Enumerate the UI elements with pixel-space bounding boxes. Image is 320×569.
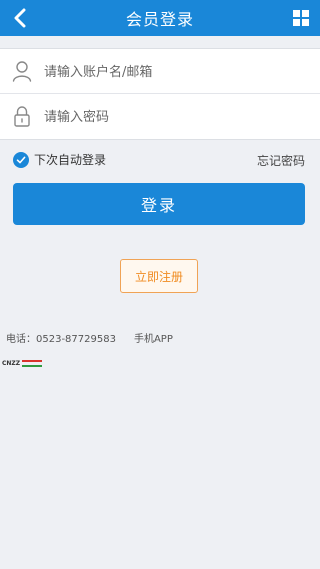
chevron-left-icon: [14, 8, 26, 28]
login-form: [0, 48, 320, 140]
footer: 电话：0523-87729583 手机APP: [6, 330, 173, 345]
password-input[interactable]: [42, 94, 306, 140]
menu-button[interactable]: [292, 9, 310, 27]
username-input[interactable]: [42, 49, 306, 95]
cnzz-logo-text: CNZZ: [2, 359, 21, 367]
lock-icon: [14, 106, 30, 127]
remember-me-label: 下次自动登录: [34, 153, 107, 167]
mobile-app-link[interactable]: 手机APP: [134, 330, 173, 345]
username-row: [0, 49, 320, 95]
login-button[interactable]: 登录: [13, 183, 305, 225]
user-icon: [12, 61, 32, 82]
grid-icon: [293, 10, 309, 26]
checkbox-checked-icon[interactable]: [13, 151, 29, 168]
back-button[interactable]: [8, 6, 32, 30]
cnzz-bars-icon: [22, 359, 43, 367]
forgot-password-link[interactable]: 忘记密码: [257, 152, 305, 169]
page-title: 会员登录: [125, 10, 194, 29]
remember-me-toggle[interactable]: 下次自动登录: [13, 151, 106, 168]
register-button[interactable]: 立即注册: [120, 259, 198, 293]
password-row: [0, 93, 320, 140]
header-bar: 会员登录: [0, 0, 320, 36]
cnzz-stats-badge[interactable]: CNZZ: [2, 358, 44, 368]
phone-text: 电话：0523-87729583: [6, 334, 116, 345]
